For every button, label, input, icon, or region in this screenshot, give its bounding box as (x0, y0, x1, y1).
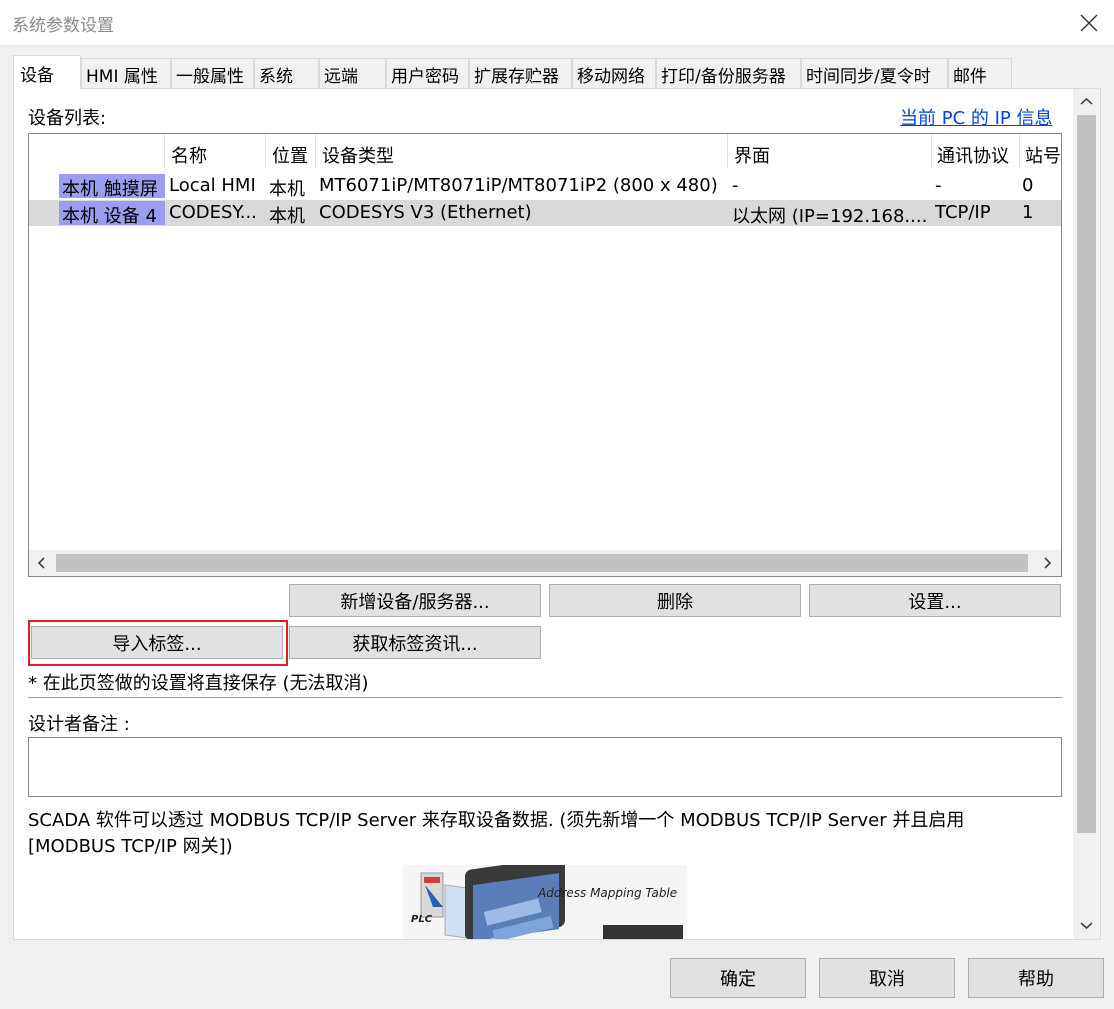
row-location: 本机 (269, 206, 305, 227)
horizontal-scroll-thumb[interactable] (56, 554, 1028, 572)
device-list[interactable]: 名称 位置 设备类型 界面 通讯协议 站号 本机 触摸屏 Local HMI 本… (28, 133, 1062, 577)
tab-user-password[interactable]: 用户密码 (386, 58, 469, 88)
row-name: CODESY... (169, 202, 257, 223)
designer-notes-field[interactable] (28, 737, 1062, 797)
column-header-protocol[interactable]: 通讯协议 (937, 142, 1009, 168)
row-name: Local HMI (169, 175, 256, 196)
column-header-interface[interactable]: 界面 (734, 142, 770, 168)
divider (28, 697, 1062, 698)
row-group-label: 本机 触摸屏 (62, 179, 158, 200)
scroll-down-icon[interactable] (1080, 920, 1093, 932)
illustration-graphic (420, 865, 683, 939)
title-bar: 系统参数设置 (0, 0, 1114, 46)
tab-mobile-network[interactable]: 移动网络 (572, 58, 656, 88)
scada-description-line2: [MODBUS TCP/IP 网关]) (28, 836, 233, 857)
column-header-name[interactable]: 名称 (171, 142, 207, 168)
tab-system[interactable]: 系统 (254, 58, 319, 88)
help-button[interactable]: 帮助 (968, 958, 1104, 998)
tab-devices[interactable]: 设备 (13, 55, 81, 89)
ok-button[interactable]: 确定 (670, 958, 806, 998)
tab-general-attributes[interactable]: 一般属性 (171, 58, 254, 88)
vertical-scroll-thumb[interactable] (1077, 115, 1096, 833)
scroll-right-icon[interactable] (1041, 557, 1053, 569)
cancel-button[interactable]: 取消 (819, 958, 955, 998)
illustration-plc-label: PLC (411, 914, 433, 925)
row-device-type: MT6071iP/MT8071iP/MT8071iP2 (800 x 480) (319, 175, 718, 196)
get-tag-info-button[interactable]: 获取标签资讯... (289, 626, 541, 659)
delete-button[interactable]: 删除 (549, 584, 801, 617)
vertical-scrollbar[interactable] (1073, 89, 1100, 939)
scroll-left-icon[interactable] (36, 557, 48, 569)
settings-button[interactable]: 设置... (809, 584, 1061, 617)
device-list-label: 设备列表: (28, 108, 107, 129)
tab-email[interactable]: 邮件 (948, 58, 1012, 88)
row-location: 本机 (269, 179, 305, 200)
column-header-station[interactable]: 站号 (1025, 142, 1061, 168)
designer-notes-label: 设计者备注 : (28, 714, 130, 735)
column-header-device-type[interactable]: 设备类型 (322, 142, 394, 168)
horizontal-scrollbar[interactable] (29, 550, 1061, 576)
import-tags-button[interactable]: 导入标签... (31, 626, 283, 659)
tab-extended-memory[interactable]: 扩展存贮器 (469, 58, 572, 88)
add-device-button[interactable]: 新增设备/服务器... (289, 584, 541, 617)
pc-ip-info-link[interactable]: 当前 PC 的 IP 信息 (900, 104, 1052, 130)
devices-panel: 设备列表: 当前 PC 的 IP 信息 名称 位置 设备类型 界面 通讯协议 站… (13, 88, 1101, 940)
row-interface: 以太网 (IP=192.168.... (732, 206, 928, 227)
close-button[interactable] (1066, 2, 1112, 44)
row-station: 0 (1022, 175, 1034, 196)
save-notice: * 在此页签做的设置将直接保存 (无法取消) (28, 673, 369, 694)
close-icon (1080, 14, 1098, 32)
scroll-up-icon[interactable] (1080, 96, 1093, 108)
tab-remote[interactable]: 远端 (319, 58, 386, 88)
tab-time-sync-dst[interactable]: 时间同步/夏令时 (801, 58, 948, 88)
scada-description-line1: SCADA 软件可以透过 MODBUS TCP/IP Server 来存取设备数… (28, 810, 965, 831)
tab-hmi-attributes[interactable]: HMI 属性 (81, 58, 171, 88)
row-interface: - (732, 175, 739, 196)
row-protocol: - (935, 175, 942, 196)
illustration-caption: Address Mapping Table (538, 886, 678, 900)
row-station: 1 (1022, 202, 1034, 223)
window-title: 系统参数设置 (12, 16, 114, 36)
row-protocol: TCP/IP (935, 202, 991, 223)
row-group-label: 本机 设备 4 (62, 206, 157, 227)
address-mapping-illustration: Address Mapping Table PLC (403, 865, 687, 939)
row-device-type: CODESYS V3 (Ethernet) (319, 202, 532, 223)
tab-print-backup-server[interactable]: 打印/备份服务器 (656, 58, 801, 88)
column-header-location[interactable]: 位置 (272, 142, 308, 168)
